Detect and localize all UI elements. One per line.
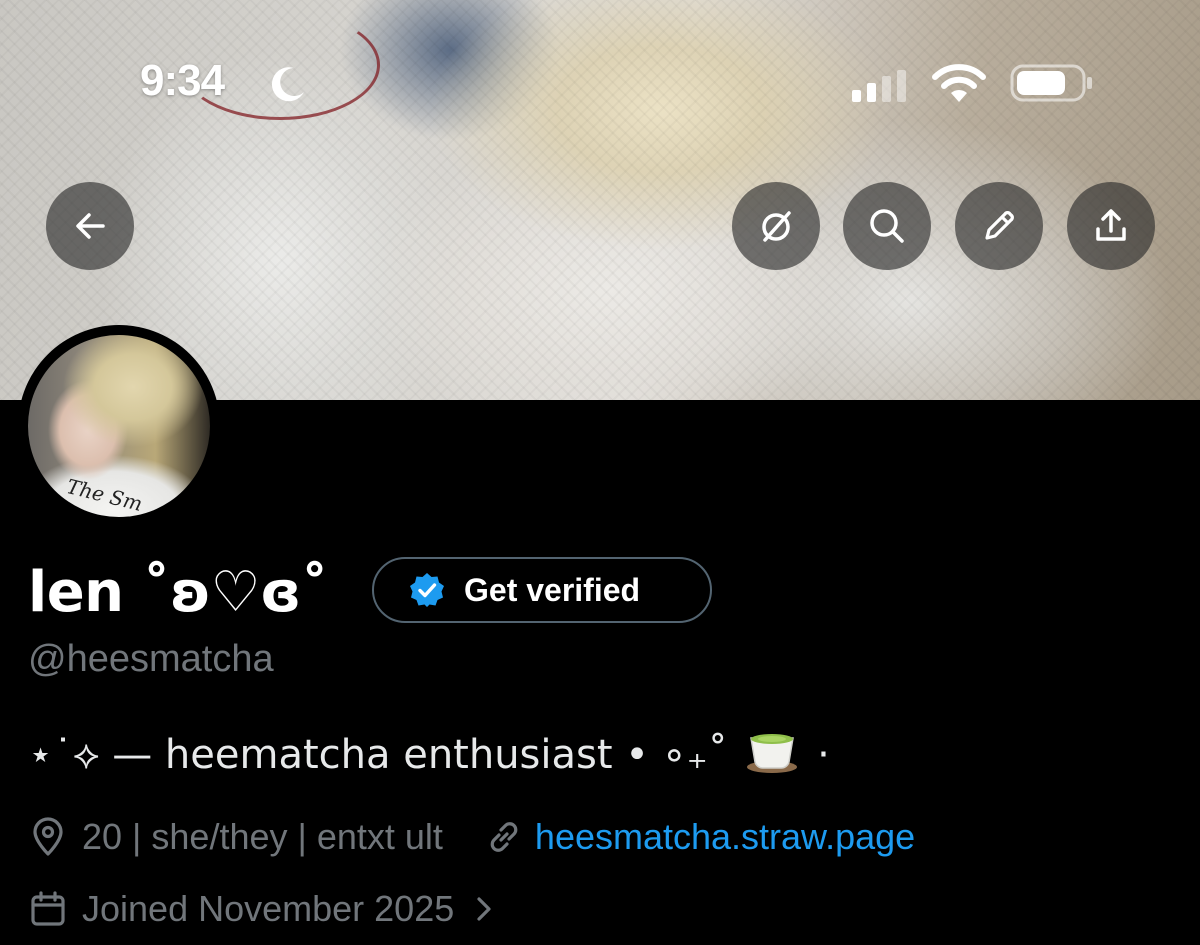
get-verified-button[interactable]: Get verified	[372, 557, 712, 623]
display-name: len ˚ʚ♡ɞ˚	[28, 560, 329, 625]
back-button[interactable]	[46, 182, 134, 270]
chevron-right-icon	[477, 897, 491, 921]
website-link[interactable]: heesmatcha.straw.page	[535, 816, 915, 858]
wifi-icon	[932, 64, 986, 102]
edit-button[interactable]	[955, 182, 1043, 270]
location-pin-icon	[33, 817, 63, 856]
location-text: 20 | she/they | entxt ult	[82, 816, 443, 857]
bio-tail: ·	[817, 732, 830, 778]
grok-button[interactable]	[732, 182, 820, 270]
get-verified-label: Get verified	[464, 571, 641, 608]
signal-icon	[852, 70, 906, 102]
bio-text: ⋆˙⟡ — heematcha enthusiast • ∘₊˚	[28, 732, 728, 778]
share-button[interactable]	[1067, 182, 1155, 270]
status-time: 9:34	[140, 56, 225, 105]
avatar-photo: The Sm	[28, 335, 210, 517]
joined-date-row[interactable]: Joined November 2025	[28, 884, 498, 934]
search-button[interactable]	[843, 182, 931, 270]
share-icon	[1096, 209, 1126, 241]
calendar-icon	[31, 891, 65, 926]
moon-icon	[271, 67, 304, 102]
back-arrow-icon	[76, 213, 105, 239]
verified-badge-icon	[410, 573, 444, 607]
bio: ⋆˙⟡ — heematcha enthusiast • ∘₊˚ ·	[28, 728, 830, 778]
username-handle: @heesmatcha	[28, 638, 274, 680]
search-icon	[870, 209, 904, 243]
battery-icon	[1010, 64, 1092, 102]
pencil-icon	[985, 211, 1014, 240]
grok-icon	[762, 211, 791, 242]
link-icon	[490, 822, 518, 852]
profile-avatar[interactable]: The Sm	[18, 325, 220, 527]
profile-banner[interactable]: 9:34	[0, 0, 1200, 400]
teacup-emoji	[747, 734, 798, 773]
avatar-shirt-print: The Sm	[64, 474, 145, 516]
joined-date: Joined November 2025	[82, 888, 455, 929]
profile-meta-row: 20 | she/they | entxt ult heesmatcha.str…	[28, 812, 915, 862]
